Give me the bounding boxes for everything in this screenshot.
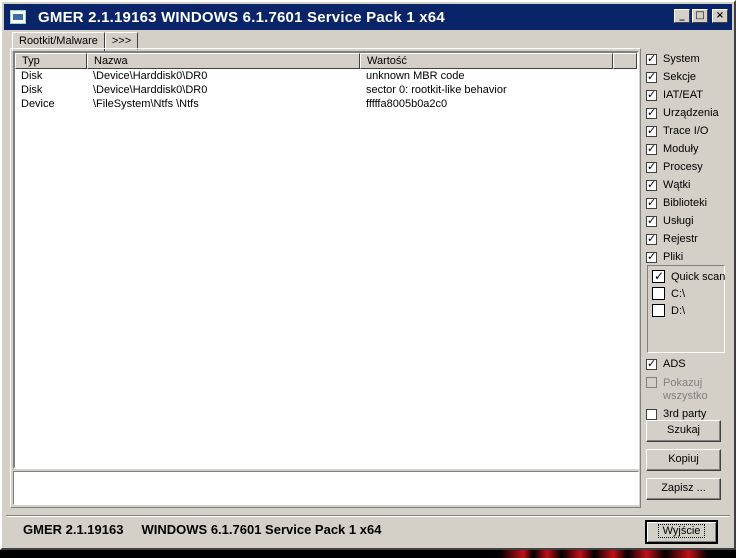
checkbox-checked-icon[interactable] xyxy=(646,232,657,245)
exit-button[interactable]: Wyjście xyxy=(645,520,718,544)
save-button[interactable]: Zapisz ... xyxy=(646,478,721,500)
option-label: Wątki xyxy=(663,179,691,191)
option-label: ADS xyxy=(663,358,686,370)
checkbox-checked-icon[interactable] xyxy=(646,357,657,370)
option-label: Pokazuj wszystko xyxy=(663,377,708,402)
option-label: Procesy xyxy=(663,161,703,173)
drive-d[interactable]: D:\ xyxy=(651,302,724,319)
minimize-button[interactable]: _ xyxy=(674,9,690,23)
desktop-background xyxy=(0,550,736,558)
app-icon xyxy=(10,10,26,24)
cell-name: \Device\Harddisk0\DR0 xyxy=(93,70,208,82)
checkbox-checked-icon[interactable] xyxy=(646,142,657,155)
results-list[interactable]: Typ Nazwa Wartość Disk \Device\Harddisk0… xyxy=(13,51,639,469)
option-system[interactable]: System xyxy=(645,50,730,68)
option-processes[interactable]: Procesy xyxy=(645,158,730,176)
checkbox-checked-icon[interactable] xyxy=(652,269,665,283)
cell-type: Device xyxy=(21,98,55,110)
status-text: GMER 2.1.19163 WINDOWS 6.1.7601 Service … xyxy=(23,522,382,537)
option-label: Sekcje xyxy=(663,71,697,83)
cell-value: fffffa8005b0a2c0 xyxy=(366,98,448,110)
window-controls: _ □ × xyxy=(674,9,728,23)
option-trace-io[interactable]: Trace I/O xyxy=(645,122,730,140)
option-files[interactable]: Pliki xyxy=(645,248,730,266)
checkbox-checked-icon[interactable] xyxy=(646,124,657,137)
results-header: Typ Nazwa Wartość xyxy=(15,53,637,69)
checkbox-checked-icon[interactable] xyxy=(646,196,657,209)
maximize-button[interactable]: □ xyxy=(692,9,708,23)
checkbox-checked-icon[interactable] xyxy=(646,106,657,119)
cell-name: \FileSystem\Ntfs \Ntfs xyxy=(93,98,199,110)
checkbox-checked-icon[interactable] xyxy=(646,214,657,227)
checkbox-unchecked-icon[interactable] xyxy=(652,287,665,300)
table-row[interactable]: Disk \Device\Harddisk0\DR0 sector 0: roo… xyxy=(15,83,637,97)
option-label: Rejestr xyxy=(663,233,698,245)
drive-quick-scan[interactable]: Quick scan xyxy=(651,268,726,285)
option-label: Biblioteki xyxy=(663,197,708,209)
cell-value: unknown MBR code xyxy=(366,70,465,82)
option-iat-eat[interactable]: IAT/EAT xyxy=(645,86,730,104)
checkbox-checked-icon[interactable] xyxy=(646,160,657,173)
close-button[interactable]: × xyxy=(712,9,728,23)
option-sections[interactable]: Sekcje xyxy=(645,68,730,86)
checkbox-unchecked-icon[interactable] xyxy=(646,408,657,420)
exit-label: Wyjście xyxy=(657,524,706,538)
cell-name: \Device\Harddisk0\DR0 xyxy=(93,84,208,96)
option-label: Pliki xyxy=(663,251,684,263)
drive-c[interactable]: C:\ xyxy=(651,285,724,302)
option-label: System xyxy=(663,53,700,65)
drive-label: C:\ xyxy=(671,287,686,300)
title-bar[interactable]: GMER 2.1.19163 WINDOWS 6.1.7601 Service … xyxy=(4,4,732,30)
option-registry[interactable]: Rejestr xyxy=(645,230,730,248)
column-header-type[interactable]: Typ xyxy=(15,53,87,69)
column-header-filler xyxy=(613,53,637,69)
cell-type: Disk xyxy=(21,84,43,96)
option-label: Usługi xyxy=(663,215,694,227)
option-label: Moduły xyxy=(663,143,699,155)
column-header-value[interactable]: Wartość xyxy=(360,53,613,69)
cell-type: Disk xyxy=(21,70,43,82)
checkbox-checked-icon[interactable] xyxy=(646,70,657,83)
drive-label: Quick scan xyxy=(671,270,726,283)
option-modules[interactable]: Moduły xyxy=(645,140,730,158)
extra-options: ADS Pokazuj wszystko 3rd party xyxy=(645,355,730,423)
option-threads[interactable]: Wątki xyxy=(645,176,730,194)
cell-value: sector 0: rootkit-like behavior xyxy=(366,84,507,96)
window-title: GMER 2.1.19163 WINDOWS 6.1.7601 Service … xyxy=(38,8,445,26)
option-ads[interactable]: ADS xyxy=(645,355,730,373)
details-pane[interactable] xyxy=(13,471,639,505)
option-label: Urządzenia xyxy=(663,107,719,119)
checkbox-unchecked-icon[interactable] xyxy=(652,304,665,317)
option-label: 3rd party xyxy=(663,408,707,420)
option-devices[interactable]: Urządzenia xyxy=(645,104,730,122)
checkbox-checked-icon[interactable] xyxy=(646,178,657,191)
option-services[interactable]: Usługi xyxy=(645,212,730,230)
drive-label: D:\ xyxy=(671,304,686,317)
drive-list[interactable]: Quick scan C:\ D:\ xyxy=(647,265,725,353)
option-label: Trace I/O xyxy=(663,125,709,137)
table-row[interactable]: Disk \Device\Harddisk0\DR0 unknown MBR c… xyxy=(15,69,637,83)
scan-button[interactable]: Szukaj xyxy=(646,420,721,442)
option-label: IAT/EAT xyxy=(663,89,703,101)
checkbox-disabled-icon xyxy=(646,377,657,388)
option-show-all: Pokazuj wszystko xyxy=(645,373,730,405)
checkbox-checked-icon[interactable] xyxy=(646,88,657,101)
scan-options: System Sekcje IAT/EAT Urządzenia Trace I… xyxy=(645,50,730,266)
table-row[interactable]: Device \FileSystem\Ntfs \Ntfs fffffa8005… xyxy=(15,97,637,111)
checkbox-checked-icon[interactable] xyxy=(646,52,657,65)
column-header-name[interactable]: Nazwa xyxy=(87,53,360,69)
option-libraries[interactable]: Biblioteki xyxy=(645,194,730,212)
checkbox-checked-icon[interactable] xyxy=(646,250,657,263)
copy-button[interactable]: Kopiuj xyxy=(646,449,721,471)
